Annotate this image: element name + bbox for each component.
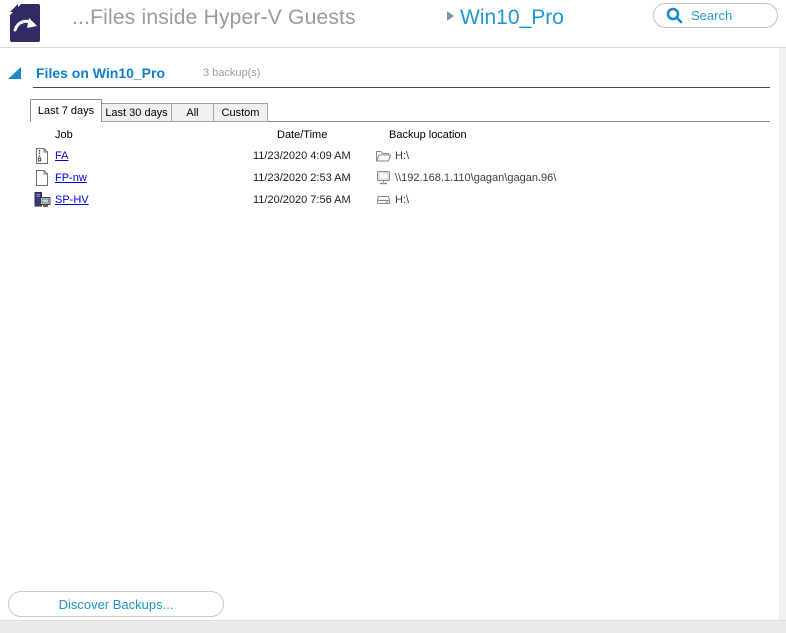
scrollbar-track[interactable] — [779, 48, 786, 620]
section-divider — [33, 87, 770, 88]
app-logo-icon — [10, 4, 40, 42]
search-button-label: Search — [691, 8, 732, 23]
file-icon — [34, 170, 50, 186]
job-link[interactable]: FP-nw — [55, 172, 87, 184]
table-row: SP-HV 11/20/2020 7:56 AM H:\ — [0, 191, 770, 209]
window-bottom-edge — [0, 620, 786, 633]
search-icon — [666, 7, 683, 24]
column-header-job[interactable]: Job — [55, 129, 73, 141]
computer-icon — [34, 192, 51, 208]
discover-backups-button[interactable]: Discover Backups... — [8, 591, 224, 617]
header-divider — [0, 47, 786, 48]
tab-custom[interactable]: Custom — [213, 103, 268, 122]
backup-location: H:\ — [395, 194, 409, 206]
disk-drive-icon — [376, 193, 391, 207]
breadcrumb-chevron-icon — [447, 11, 454, 21]
column-header-datetime[interactable]: Date/Time — [277, 129, 327, 141]
zip-file-icon — [34, 148, 50, 164]
collapse-section-icon[interactable] — [8, 67, 21, 79]
network-computer-icon — [376, 171, 391, 185]
table-row: FP-nw 11/23/2020 2:53 AM \\192.168.1.110… — [0, 169, 770, 187]
backup-location: \\192.168.1.110\gagan\gagan.96\ — [395, 172, 556, 184]
breadcrumb-current: Win10_Pro — [460, 6, 564, 30]
breadcrumb-parent[interactable]: ...Files inside Hyper-V Guests — [72, 6, 356, 30]
search-button[interactable]: Search — [653, 3, 778, 28]
tab-last-30-days[interactable]: Last 30 days — [101, 103, 172, 122]
folder-icon — [376, 149, 391, 163]
tab-all[interactable]: All — [171, 103, 214, 122]
job-link[interactable]: FA — [55, 150, 68, 162]
backup-datetime: 11/23/2020 2:53 AM — [253, 172, 351, 184]
backup-datetime: 11/23/2020 4:09 AM — [253, 150, 351, 162]
job-link[interactable]: SP-HV — [55, 194, 89, 206]
backup-app-window: ...Files inside Hyper-V Guests Win10_Pro… — [0, 0, 786, 633]
column-header-location[interactable]: Backup location — [389, 129, 467, 141]
section-title: Files on Win10_Pro — [36, 65, 165, 81]
backup-location: H:\ — [395, 150, 409, 162]
backup-count-label: 3 backup(s) — [203, 67, 260, 79]
backup-datetime: 11/20/2020 7:56 AM — [253, 194, 351, 206]
tab-last-7-days[interactable]: Last 7 days — [30, 99, 102, 122]
table-row: FA 11/23/2020 4:09 AM H:\ — [0, 147, 770, 165]
